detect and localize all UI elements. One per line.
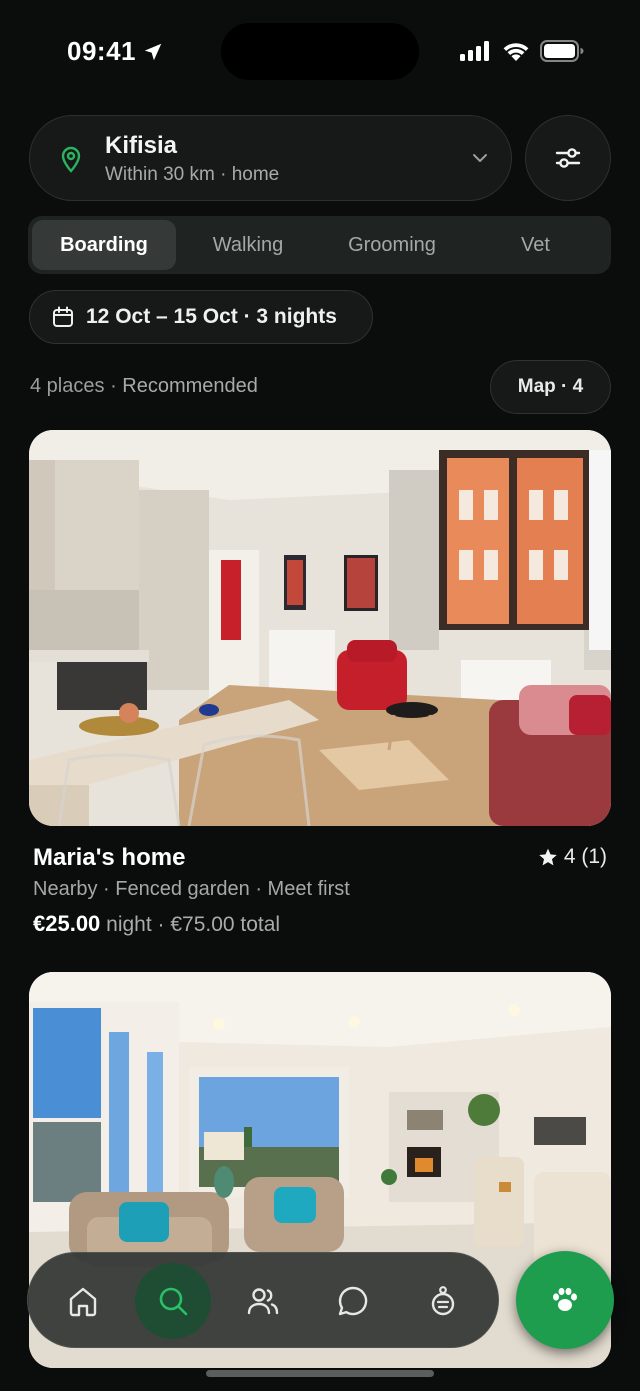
listing-title[interactable]: Maria's home [33,844,185,872]
location-subtitle: Within 30 km · home [105,164,280,185]
listing-price: €25.00 night · €75.00 total [33,911,280,937]
status-icons [460,40,584,62]
tab-pets[interactable] [405,1263,481,1339]
sliders-icon [555,148,581,168]
paw-icon [553,1287,577,1311]
chevron-down-icon [473,154,487,162]
map-button[interactable]: Map · 4 [490,360,611,414]
pet-tag-icon [431,1286,455,1316]
results-summary: 4 places · Recommended [30,375,258,398]
tab-search[interactable] [135,1263,211,1339]
segment-grooming[interactable]: Grooming [320,220,464,270]
status-bar: 09:41 [0,0,640,100]
location-title: Kifisia [105,132,178,159]
people-icon [247,1288,279,1315]
date-range-chip[interactable]: 12 Oct – 15 Oct · 3 nights [29,290,373,344]
star-icon [539,848,557,866]
results-separator: · [110,375,123,397]
location-selector[interactable]: Kifisia Within 30 km · home [29,115,512,201]
battery-icon [540,40,584,62]
filter-button[interactable] [525,115,611,201]
segment-walking[interactable]: Walking [176,220,320,270]
chat-icon [338,1286,368,1316]
calendar-icon [53,306,73,327]
listing-rating: 4 (1) [538,845,607,869]
segment-boarding[interactable]: Boarding [32,220,176,270]
listing-tags: Nearby · Fenced garden · Meet first [33,878,350,900]
home-icon [69,1287,97,1317]
listing-rating-value: 4 (1) [563,845,607,868]
results-count: 4 places [30,375,105,397]
dynamic-island [221,23,419,80]
bottom-tab-bar [27,1252,499,1348]
map-pin-icon [61,146,81,173]
results-sort[interactable]: Recommended [122,375,258,397]
home-indicator [206,1370,434,1377]
listing-price-amount: €25.00 [33,911,101,936]
wifi-icon [503,43,529,61]
listing-photo[interactable] [29,430,611,826]
listing-price-unit: night · €75.00 total [106,913,281,936]
tab-home[interactable] [45,1263,121,1339]
segment-vet[interactable]: Vet [464,220,607,270]
date-range-label: 12 Oct – 15 Oct · 3 nights [86,305,337,328]
living-room-photo [29,430,611,826]
location-arrow-icon [144,43,162,60]
tab-people[interactable] [225,1263,301,1339]
tab-messages[interactable] [315,1263,391,1339]
status-time-text: 09:41 [67,36,136,66]
cellular-signal-icon [460,41,489,61]
paw-fab-button[interactable] [516,1251,614,1349]
service-segmented-control: Boarding Walking Grooming Vet [28,216,611,274]
search-icon [159,1287,188,1316]
status-time: 09:41 [67,36,164,67]
